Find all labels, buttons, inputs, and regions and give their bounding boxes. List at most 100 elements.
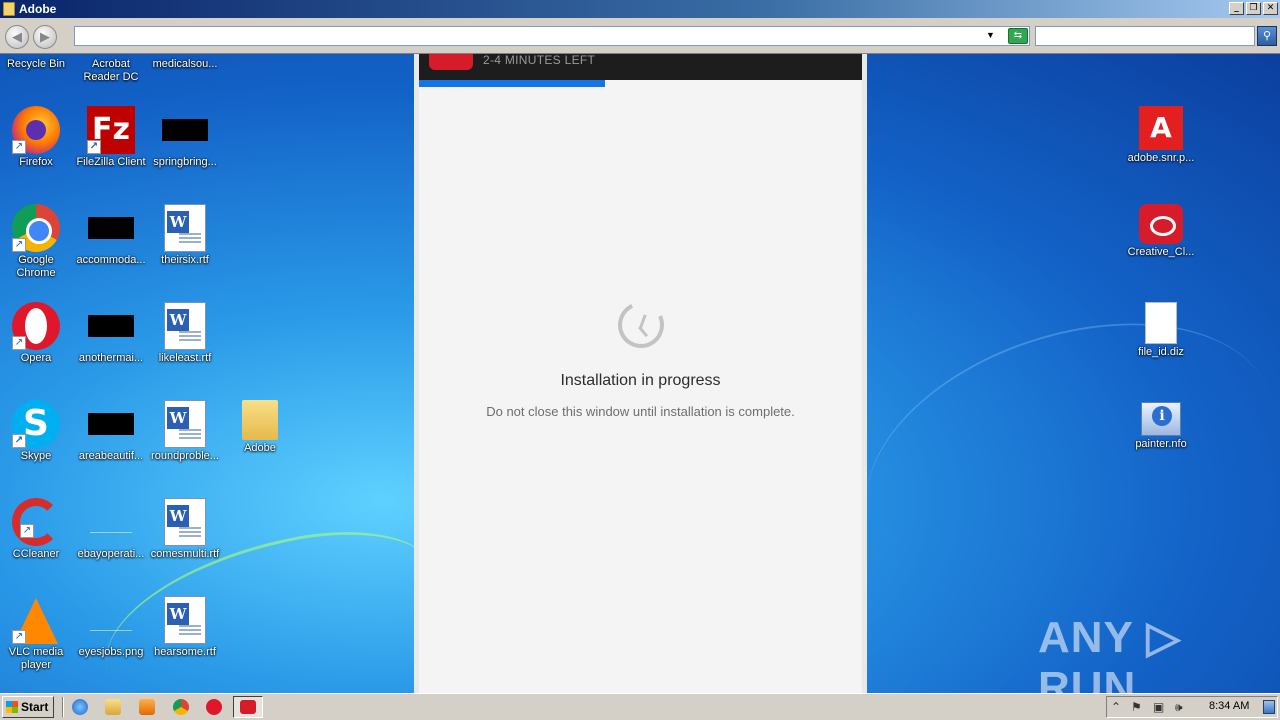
icon-label: accommoda... <box>76 254 146 266</box>
desktop-icon-creative-cloud[interactable]: Creative_Cl... <box>1123 204 1199 259</box>
time-remaining: 2-4 MINUTES LEFT <box>483 53 596 67</box>
icon-label: FileZilla Client <box>76 156 146 168</box>
desktop-icon-ccleaner[interactable]: ↗ CCleaner <box>0 498 74 561</box>
desktop-icon-opera[interactable]: ↗ Opera <box>0 302 74 365</box>
installer-header: 2-4 MINUTES LEFT <box>419 54 862 80</box>
search-icon[interactable]: ⚲ <box>1257 26 1277 46</box>
icon-label: adobe.snr.p... <box>1127 152 1195 164</box>
icon-label: Opera <box>20 352 52 364</box>
refresh-go-icon[interactable]: ⇆ <box>1008 28 1028 44</box>
chrome-taskbar-icon[interactable] <box>173 699 189 715</box>
start-button[interactable]: Start <box>2 696 54 718</box>
blank-document-icon <box>1145 302 1177 344</box>
desktop-icon-file-id[interactable]: file_id.diz <box>1123 302 1199 359</box>
desktop-icon-chrome[interactable]: ↗ Google Chrome <box>0 204 74 280</box>
info-file-icon <box>1141 402 1181 436</box>
icon-label: CCleaner <box>12 548 60 560</box>
icon-label: painter.nfo <box>1135 438 1187 450</box>
desktop-icon-acrobat[interactable]: Acrobat Reader DC <box>73 58 149 84</box>
ccleaner-icon: ↗ <box>12 498 60 546</box>
redacted-file-icon <box>88 315 134 337</box>
folder-icon <box>3 2 15 16</box>
network-icon[interactable]: ▣ <box>1153 700 1164 714</box>
taskbar-clock[interactable]: 8:34 AM <box>1209 700 1249 712</box>
desktop-icon-anothermai[interactable]: anothermai... <box>73 302 149 365</box>
desktop-icon-adobe-snr[interactable]: A adobe.snr.p... <box>1123 106 1199 165</box>
forward-button[interactable]: ▶ <box>33 25 57 49</box>
desktop-icon-ebayoperati[interactable]: ebayoperati... <box>73 498 149 561</box>
window-titlebar[interactable]: Adobe _ ❐ ✕ <box>0 0 1280 18</box>
tray-expand-icon[interactable]: ⌃ <box>1111 700 1121 714</box>
word-document-icon <box>164 596 206 644</box>
icon-label: likeleast.rtf <box>158 352 212 364</box>
icon-label: theirsix.rtf <box>161 254 209 266</box>
shortcut-arrow-icon: ↗ <box>12 140 26 154</box>
desktop-icon-medicalsou[interactable]: medicalsou... <box>147 58 223 71</box>
shortcut-arrow-icon: ↗ <box>12 630 26 644</box>
close-button[interactable]: ✕ <box>1263 2 1278 15</box>
file-explorer-icon[interactable] <box>105 699 121 715</box>
desktop-icon-accommoda[interactable]: accommoda... <box>73 204 149 267</box>
desktop-icon-filezilla[interactable]: Fz ↗ FileZilla Client <box>73 106 149 169</box>
shortcut-arrow-icon: ↗ <box>20 524 34 538</box>
word-document-icon <box>164 302 206 350</box>
progress-fill <box>419 80 606 87</box>
desktop-icon-hearsome[interactable]: hearsome.rtf <box>147 596 223 659</box>
desktop-icon-skype[interactable]: S ↗ Skype <box>0 400 74 463</box>
desktop-icon-adobe-folder[interactable]: Adobe <box>222 400 298 455</box>
desktop-icon-recycle-bin[interactable]: Recycle Bin <box>0 58 74 71</box>
media-player-icon[interactable] <box>139 699 155 715</box>
desktop-icon-comesmulti[interactable]: comesmulti.rtf <box>147 498 223 561</box>
back-button[interactable]: ◀ <box>5 25 29 49</box>
desktop-icon-areabeautif[interactable]: areabeautif... <box>73 400 149 463</box>
minimize-button[interactable]: _ <box>1229 2 1244 15</box>
address-bar[interactable] <box>74 26 1030 46</box>
word-document-icon <box>164 400 206 448</box>
icon-label: ebayoperati... <box>77 548 145 560</box>
icon-label: springbring... <box>153 156 217 168</box>
creative-cloud-task-button[interactable] <box>233 696 263 718</box>
icon-label: roundproble... <box>151 450 219 462</box>
adobe-installer-icon: A <box>1139 106 1183 150</box>
installer-window: 2-4 MINUTES LEFT Installation in progres… <box>414 54 867 693</box>
installation-status-message: Do not close this window until installat… <box>486 404 795 419</box>
volume-icon[interactable]: 🕪 <box>1175 700 1183 715</box>
show-desktop-icon[interactable] <box>1263 700 1275 714</box>
anyrun-watermark: ANY ▷ RUN <box>1038 613 1182 693</box>
icon-label: Acrobat Reader DC <box>83 58 139 83</box>
desktop-icon-firefox[interactable]: ↗ Firefox <box>0 106 74 169</box>
address-dropdown-icon[interactable]: ▼ <box>986 30 995 40</box>
icon-label: areabeautif... <box>78 450 144 462</box>
shortcut-arrow-icon: ↗ <box>12 238 26 252</box>
adobe-glyph: A <box>1150 111 1172 144</box>
icon-label: VLC media player <box>8 646 64 671</box>
icon-label: Skype <box>20 450 52 462</box>
taskbar-separator <box>62 697 64 717</box>
window-controls: _ ❐ ✕ <box>1229 2 1278 15</box>
desktop-icon-eyesjobs[interactable]: eyesjobs.png <box>73 596 149 659</box>
search-input[interactable] <box>1035 26 1255 46</box>
icon-label: file_id.diz <box>1138 346 1184 358</box>
icon-label: medicalsou... <box>152 58 218 70</box>
internet-explorer-icon[interactable] <box>72 699 88 715</box>
action-center-flag-icon[interactable]: ⚑ <box>1131 700 1142 714</box>
address-toolbar: ◀ ▶ ▼ ⇆ ⚲ <box>0 18 1280 54</box>
vlc-icon: ↗ <box>12 596 60 644</box>
desktop-icon-likeleast[interactable]: likeleast.rtf <box>147 302 223 365</box>
filezilla-icon: Fz ↗ <box>87 106 135 154</box>
desktop-icon-painter[interactable]: painter.nfo <box>1123 400 1199 451</box>
desktop-icon-theirsix[interactable]: theirsix.rtf <box>147 204 223 267</box>
desktop-icon-springbring[interactable]: springbring... <box>147 106 223 169</box>
system-tray: ⌃ ⚑ ▣ 🕪 8:34 AM <box>1106 696 1278 718</box>
creative-cloud-icon <box>1139 204 1183 244</box>
wallpaper-swoosh <box>831 275 1280 643</box>
desktop-icon-roundproble[interactable]: roundproble... <box>147 400 223 463</box>
icon-label: eyesjobs.png <box>78 646 144 658</box>
restore-button[interactable]: ❐ <box>1246 2 1261 15</box>
icon-label: anothermai... <box>78 352 144 364</box>
icon-label: comesmulti.rtf <box>150 548 220 560</box>
redacted-file-icon <box>162 119 208 141</box>
desktop-icon-vlc[interactable]: ↗ VLC media player <box>0 596 74 672</box>
opera-taskbar-icon[interactable] <box>206 699 222 715</box>
icon-label: Google Chrome <box>16 254 56 279</box>
